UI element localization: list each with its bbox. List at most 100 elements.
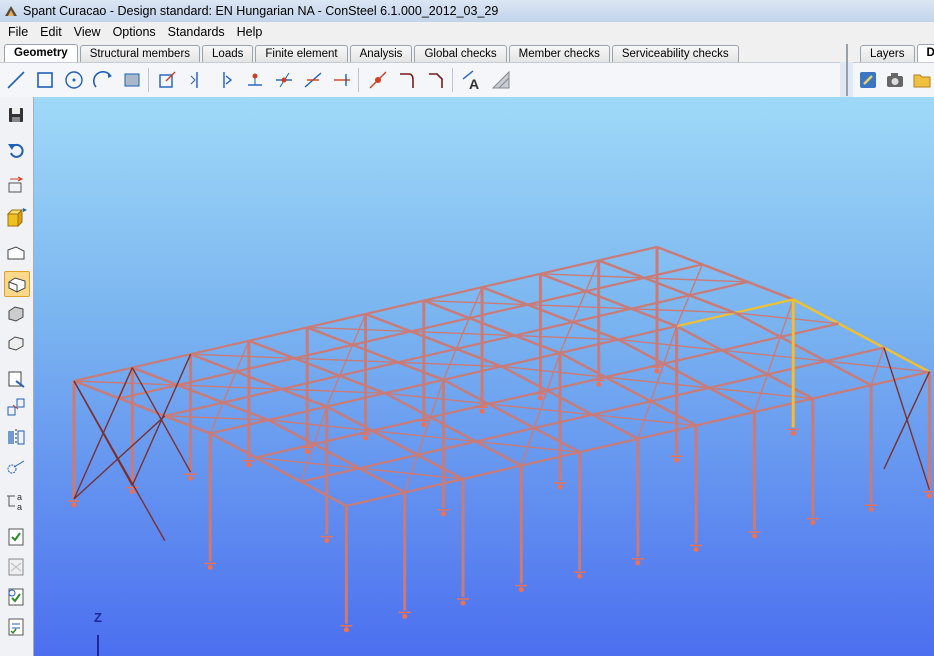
roof-purlin[interactable] — [754, 397, 814, 414]
roof-purlin[interactable] — [695, 410, 755, 427]
arc-tool-icon[interactable] — [90, 67, 116, 93]
wall-bracing[interactable] — [883, 371, 931, 470]
support-node[interactable] — [674, 457, 680, 463]
roof-purlin[interactable] — [443, 365, 502, 381]
roof-rafter[interactable] — [235, 370, 282, 391]
roof-rafter[interactable] — [410, 330, 457, 351]
support-node[interactable] — [693, 546, 699, 552]
folder-icon[interactable] — [910, 67, 934, 93]
roof-purlin[interactable] — [618, 325, 677, 341]
roof-rafter[interactable] — [397, 361, 444, 381]
support-node[interactable] — [188, 475, 194, 481]
support-node[interactable] — [926, 493, 932, 499]
model-viewport[interactable]: Z — [34, 97, 934, 656]
text-dimension-icon[interactable]: A — [459, 67, 485, 93]
roof-rafter[interactable] — [585, 290, 632, 310]
roof-purlin[interactable] — [235, 357, 295, 373]
roof-purlin[interactable] — [209, 418, 269, 435]
roof-purlin[interactable] — [637, 424, 697, 440]
roof-purlin[interactable] — [540, 259, 599, 275]
roof-rafter[interactable] — [643, 276, 690, 297]
roof-purlin[interactable] — [164, 401, 224, 418]
point-on-line-icon[interactable] — [365, 67, 391, 93]
support-node[interactable] — [518, 587, 524, 593]
menu-view[interactable]: View — [68, 25, 107, 39]
menu-help[interactable]: Help — [231, 25, 269, 39]
roof-rafter[interactable] — [280, 387, 328, 408]
roof-purlin[interactable] — [650, 386, 710, 403]
roof-rafter[interactable] — [630, 307, 678, 328]
menu-options[interactable]: Options — [107, 25, 162, 39]
roof-purlin[interactable] — [689, 280, 749, 297]
wall-bracing[interactable] — [73, 415, 166, 500]
support-node[interactable] — [635, 560, 641, 566]
view-top-icon[interactable] — [4, 331, 28, 355]
roof-purlin[interactable] — [410, 316, 470, 333]
roof-purlin[interactable] — [326, 392, 386, 408]
roof-purlin[interactable] — [190, 339, 250, 356]
roof-rafter[interactable] — [481, 286, 528, 306]
support-node[interactable] — [654, 368, 660, 374]
check-grid-icon[interactable] — [4, 555, 28, 579]
roof-purlin[interactable] — [222, 388, 282, 404]
roof-purlin[interactable] — [462, 464, 522, 481]
rectangle-tool-icon[interactable] — [32, 67, 58, 93]
support-node[interactable] — [790, 430, 796, 436]
edit-document-icon[interactable] — [856, 67, 880, 93]
panel-divider[interactable] — [846, 44, 848, 96]
support-node[interactable] — [440, 511, 446, 517]
roof-purlin[interactable] — [352, 330, 412, 346]
roof-rafter[interactable] — [131, 366, 179, 387]
support-node[interactable] — [304, 448, 310, 454]
support-node[interactable] — [343, 627, 349, 633]
support-node[interactable] — [868, 506, 874, 512]
roof-purlin[interactable] — [521, 451, 580, 467]
roof-rafter[interactable] — [293, 357, 341, 377]
roof-purlin[interactable] — [456, 334, 515, 351]
roof-purlin[interactable] — [306, 312, 366, 329]
support-node[interactable] — [363, 435, 368, 441]
tab-serviceability-checks[interactable]: Serviceability checks — [611, 45, 739, 62]
check-refresh-icon[interactable] — [4, 585, 28, 609]
roof-rafter[interactable] — [222, 401, 269, 422]
roof-rafter[interactable] — [572, 320, 619, 341]
roof-purlin[interactable] — [527, 290, 587, 306]
roof-purlin[interactable] — [663, 349, 723, 365]
roof-purlin[interactable] — [585, 276, 645, 293]
divide-tool-icon[interactable] — [300, 67, 326, 93]
roof-purlin[interactable] — [475, 426, 535, 443]
support-node[interactable] — [207, 564, 213, 570]
roof-purlin[interactable] — [572, 307, 632, 324]
roof-rafter[interactable] — [689, 294, 736, 314]
roof-purlin[interactable] — [397, 347, 457, 364]
tab-loads[interactable]: Loads — [202, 45, 254, 62]
roof-purlin[interactable] — [417, 440, 477, 456]
roof-rafter[interactable] — [190, 353, 237, 373]
check-list-icon[interactable] — [4, 525, 28, 549]
roof-rafter[interactable] — [248, 339, 295, 360]
roof-purlin[interactable] — [423, 286, 483, 302]
roof-rafter[interactable] — [701, 263, 749, 284]
roof-rafter[interactable] — [177, 383, 224, 404]
wall-bracing[interactable] — [73, 380, 166, 541]
roof-purlin[interactable] — [676, 311, 736, 328]
view-iso-icon[interactable] — [4, 271, 30, 297]
support-node[interactable] — [596, 381, 602, 387]
support-node[interactable] — [71, 502, 77, 508]
roof-purlin[interactable] — [248, 326, 308, 342]
roof-purlin[interactable] — [721, 335, 781, 352]
line-tool-icon[interactable] — [3, 67, 29, 93]
mirror-view-icon[interactable] — [4, 425, 28, 449]
roof-purlin[interactable] — [598, 245, 658, 262]
menu-file[interactable]: File — [2, 25, 34, 39]
roof-purlin[interactable] — [481, 272, 541, 289]
fillet-tool-icon[interactable] — [394, 67, 420, 93]
roof-purlin[interactable] — [514, 321, 574, 337]
roof-purlin[interactable] — [359, 453, 418, 470]
polygon-tool-icon[interactable] — [119, 67, 145, 93]
menu-edit[interactable]: Edit — [34, 25, 68, 39]
roof-rafter[interactable] — [598, 259, 645, 280]
roof-rafter[interactable] — [656, 245, 703, 266]
roof-purlin[interactable] — [268, 405, 328, 422]
roof-purlin[interactable] — [177, 370, 237, 387]
